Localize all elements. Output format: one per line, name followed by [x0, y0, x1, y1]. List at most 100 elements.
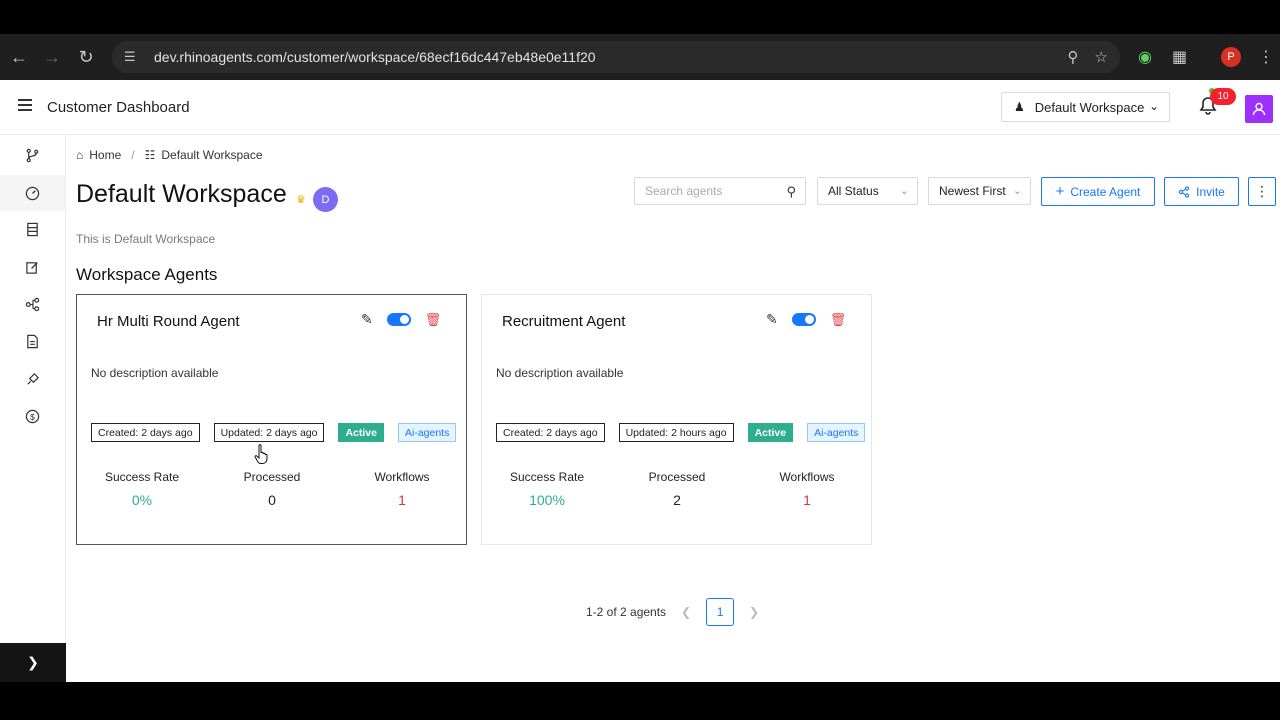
app-title: Customer Dashboard	[47, 99, 190, 116]
delete-icon[interactable]: 🗑	[425, 312, 442, 328]
status-badge: Active	[747, 423, 794, 442]
workspace-tree-icon: ☷	[144, 148, 156, 162]
edit-icon[interactable]: ✎	[766, 311, 778, 328]
svg-text:$: $	[30, 411, 35, 421]
processed-label: Processed	[243, 470, 301, 484]
sort-select[interactable]: Newest First ⌄	[928, 177, 1031, 205]
sort-value: Newest First	[939, 184, 1006, 198]
processed-value: 0	[268, 492, 276, 508]
agent-card[interactable]: Recruitment Agent ✎ 🗑 No description ava…	[481, 294, 872, 545]
agent-description: No description available	[91, 366, 219, 380]
sidebar-item-editor[interactable]	[0, 249, 65, 285]
updated-tag: Updated: 2 hours ago	[618, 423, 734, 442]
agent-name: Recruitment Agent	[502, 313, 626, 330]
processed-value: 2	[673, 492, 681, 508]
sidebar-item-database[interactable]	[0, 211, 65, 247]
chevron-down-icon: ⌄	[1148, 99, 1159, 113]
success-rate-label: Success Rate	[104, 470, 180, 484]
created-tag: Created: 2 days ago	[496, 423, 605, 442]
success-rate-value: 100%	[529, 492, 565, 508]
document-icon	[27, 334, 38, 348]
search-box: ⚲	[634, 177, 806, 205]
extension-icon[interactable]: ◉	[1138, 34, 1152, 80]
agent-name: Hr Multi Round Agent	[97, 313, 240, 330]
app-window: Customer Dashboard ♟ Default Workspace ⌄…	[0, 80, 1280, 682]
zoom-icon[interactable]: ⚲	[1068, 48, 1079, 66]
status-badge: Active	[338, 423, 384, 442]
reload-icon[interactable]: ↻	[69, 40, 103, 74]
prev-page-icon[interactable]: ❮	[680, 605, 692, 619]
agent-enabled-toggle[interactable]	[386, 313, 411, 326]
pagination-summary: 1-2 of 2 agents	[586, 605, 667, 619]
branch-icon	[26, 148, 39, 162]
sidebar-item-branches[interactable]	[0, 137, 65, 173]
breadcrumb-current: Default Workspace	[161, 148, 263, 162]
sidebar-item-integrations[interactable]	[0, 361, 65, 397]
category-tag: Ai-agents	[397, 423, 457, 442]
dashboard-gauge-icon	[25, 186, 40, 200]
page-number[interactable]: 1	[706, 598, 735, 626]
delete-icon[interactable]: 🗑	[830, 312, 847, 328]
invite-button[interactable]: Invite	[1164, 177, 1239, 206]
edit-icon[interactable]: ✎	[361, 311, 373, 328]
profile-avatar[interactable]: P	[1221, 34, 1241, 80]
url-text[interactable]: dev.rhinoagents.com/customer/workspace/6…	[154, 49, 596, 65]
success-rate-value: 0%	[131, 492, 153, 508]
screen-top-border	[0, 0, 1280, 34]
owner-avatar[interactable]: D	[313, 187, 338, 212]
menu-toggle-icon[interactable]	[18, 99, 32, 113]
agent-enabled-toggle[interactable]	[791, 313, 816, 326]
breadcrumb-home[interactable]: Home	[89, 148, 121, 162]
browser-menu-icon[interactable]: ⋮	[1258, 34, 1274, 80]
sidebar-item-dashboard[interactable]	[0, 175, 65, 211]
user-icon	[1252, 102, 1266, 116]
search-icon[interactable]: ⚲	[786, 184, 796, 200]
section-title: Workspace Agents	[76, 265, 218, 284]
workflows-label: Workflows	[779, 470, 835, 484]
success-rate-label: Success Rate	[509, 470, 585, 484]
database-icon	[27, 222, 38, 236]
sidebar-item-workflows[interactable]	[0, 286, 65, 322]
create-agent-button[interactable]: + Create Agent	[1041, 177, 1155, 206]
sidebar-expand-button[interactable]: ❯	[0, 643, 66, 682]
address-bar[interactable]: ☰ dev.rhinoagents.com/customer/workspace…	[112, 41, 1120, 73]
workflows-label: Workflows	[374, 470, 430, 484]
share-icon	[1179, 185, 1190, 198]
edit-form-icon	[26, 261, 38, 274]
agent-description: No description available	[496, 366, 624, 380]
breadcrumb: ⌂ Home / ☷ Default Workspace	[76, 148, 263, 162]
workflows-value: 1	[398, 492, 406, 508]
status-filter-value: All Status	[828, 184, 879, 198]
home-icon[interactable]: ⌂	[76, 148, 83, 162]
bookmark-star-icon[interactable]: ☆	[1095, 48, 1108, 66]
user-avatar[interactable]	[1245, 95, 1273, 123]
site-settings-icon[interactable]: ☰	[124, 49, 144, 65]
browser-toolbar: ← → ↻ ☰ dev.rhinoagents.com/customer/wor…	[0, 34, 1280, 80]
chevron-right-icon: ❯	[27, 654, 39, 670]
extensions-puzzle-icon[interactable]: ▦	[1172, 34, 1187, 80]
crown-icon: ♛	[296, 194, 306, 206]
workspace-select-value: Default Workspace	[1034, 99, 1145, 115]
back-icon[interactable]: ←	[2, 40, 36, 74]
sidebar-item-billing[interactable]: $	[0, 398, 65, 434]
workspace-select[interactable]: ♟ Default Workspace ⌄	[1001, 92, 1170, 122]
create-agent-label: Create Agent	[1070, 184, 1141, 199]
forward-icon[interactable]: →	[35, 40, 69, 74]
next-page-icon[interactable]: ❯	[748, 605, 760, 619]
plus-icon: +	[1055, 183, 1065, 200]
plug-icon	[27, 372, 39, 385]
updated-tag: Updated: 2 days ago	[213, 423, 325, 442]
nodes-icon	[25, 297, 40, 311]
agent-card[interactable]: Hr Multi Round Agent ✎ 🗑 No description …	[76, 294, 467, 545]
status-filter-select[interactable]: All Status ⌄	[817, 177, 918, 205]
notification-badge: 10	[1210, 88, 1236, 105]
chevron-down-icon: ⌄	[899, 185, 909, 197]
sidebar-item-documents[interactable]	[0, 323, 65, 359]
more-options-button[interactable]: ⋮	[1248, 177, 1276, 206]
workspace-description: This is Default Workspace	[76, 232, 216, 246]
search-input[interactable]	[635, 184, 775, 198]
breadcrumb-separator: /	[131, 148, 135, 162]
dollar-icon: $	[25, 409, 40, 423]
created-tag: Created: 2 days ago	[91, 423, 200, 442]
chevron-down-icon: ⌄	[1012, 185, 1022, 197]
